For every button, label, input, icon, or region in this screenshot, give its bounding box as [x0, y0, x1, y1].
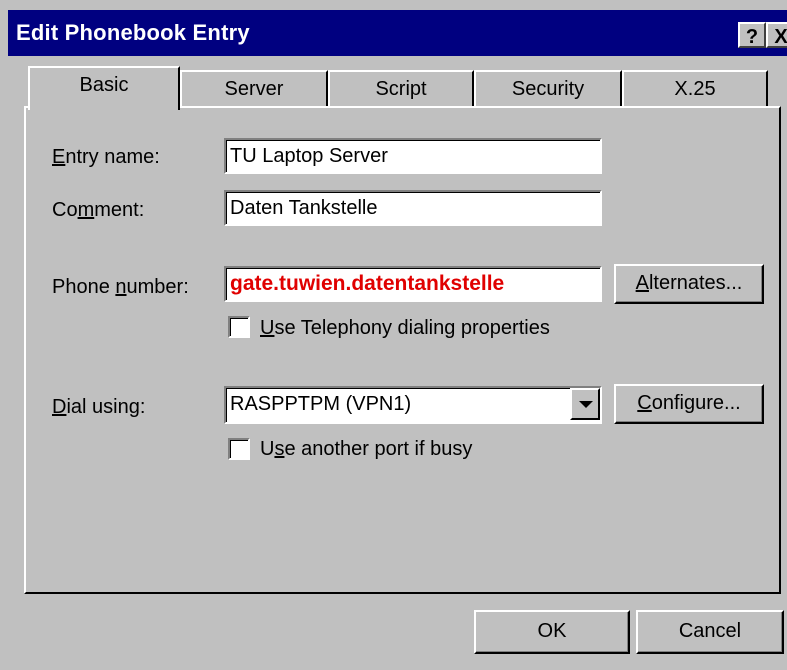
alternates-button[interactable]: Alternates... [614, 264, 764, 304]
entry-name-label: Entry name: [52, 146, 160, 168]
use-another-port-checkbox[interactable] [228, 438, 250, 460]
cancel-button[interactable]: Cancel [636, 610, 784, 654]
use-telephony-label[interactable]: Use Telephony dialing properties [260, 317, 550, 340]
dial-using-value: RASPPTPM (VPN1) [230, 393, 412, 415]
use-telephony-checkbox[interactable] [228, 316, 250, 338]
ok-button[interactable]: OK [474, 610, 630, 654]
phone-number-field[interactable]: gate.tuwien.datentankstelle [224, 266, 602, 302]
chevron-down-icon[interactable] [570, 388, 600, 420]
comment-field[interactable]: Daten Tankstelle [224, 190, 602, 226]
phone-number-label: Phone number: [52, 276, 189, 298]
entry-name-field[interactable]: TU Laptop Server [224, 138, 602, 174]
configure-button[interactable]: Configure... [614, 384, 764, 424]
dial-using-label: Dial using: [52, 396, 146, 418]
dial-using-select[interactable]: RASPPTPM (VPN1) [224, 386, 602, 424]
comment-label: Comment: [52, 199, 145, 221]
edit-phonebook-dialog: Edit Phonebook Entry ? X Basic Server Sc… [0, 0, 787, 670]
use-another-port-label[interactable]: Use another port if busy [260, 438, 472, 461]
